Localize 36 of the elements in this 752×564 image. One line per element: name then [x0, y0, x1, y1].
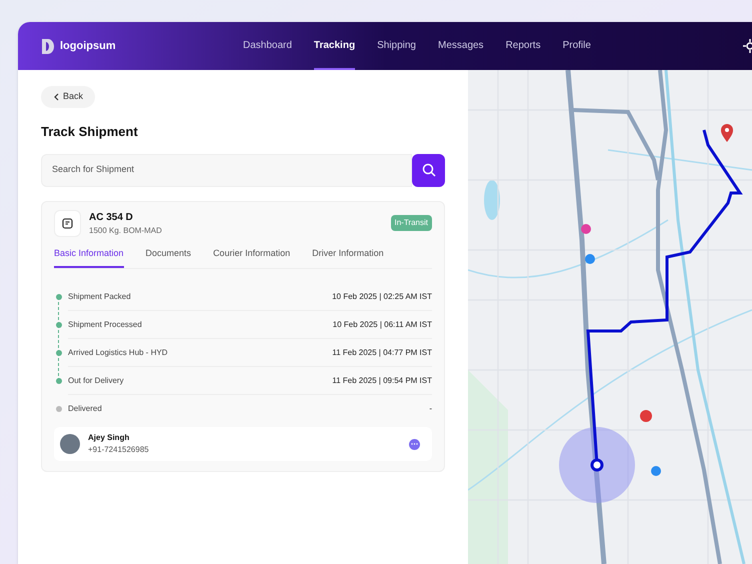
search-icon — [422, 163, 436, 177]
back-button[interactable]: Back — [41, 86, 96, 108]
timeline-time: 11 Feb 2025 | 04:77 PM IST — [332, 346, 432, 358]
chevron-left-icon — [53, 93, 59, 101]
driver-name: Ajey Singh — [88, 432, 130, 444]
timeline-label: Out for Delivery — [68, 374, 124, 386]
timeline-time: 10 Feb 2025 | 06:11 AM IST — [332, 318, 432, 330]
search-button[interactable] — [412, 154, 445, 186]
timeline-label: Shipment Packed — [68, 290, 131, 302]
nav-link[interactable]: Tracking — [314, 22, 356, 70]
timeline-time: - — [429, 403, 432, 415]
brand-logo-text: logoipsum — [60, 38, 116, 54]
page-title: Track Shipment — [41, 123, 139, 141]
shipment-id: AC 354 D — [89, 210, 134, 224]
nav-link[interactable]: Dashboard — [243, 22, 292, 70]
info-tab[interactable]: Documents — [146, 246, 192, 268]
document-icon — [54, 210, 81, 236]
info-tab[interactable]: Driver Information — [312, 246, 384, 268]
timeline-time: 11 Feb 2025 | 09:54 PM IST — [332, 374, 432, 386]
nav-link[interactable]: Messages — [438, 22, 484, 70]
info-tab[interactable]: Courier Information — [213, 246, 290, 268]
nav-link[interactable]: Profile — [562, 22, 591, 70]
logo-icon — [42, 38, 54, 54]
driver-phone: +91-7241526985 — [88, 444, 150, 456]
timeline-label: Delivered — [68, 403, 102, 415]
info-tab[interactable]: Basic Information — [54, 246, 124, 268]
search-field[interactable]: Search for Shipment — [41, 154, 412, 186]
avatar — [60, 434, 80, 454]
timeline-time: 10 Feb 2025 | 02:25 AM IST — [332, 290, 432, 302]
nav-link[interactable]: Shipping — [377, 22, 416, 70]
timeline-label: Shipment Processed — [68, 318, 142, 330]
shipment-details: 1500 Kg. BOM-MAD — [89, 224, 163, 236]
nav-link[interactable]: Reports — [506, 22, 541, 70]
chat-button[interactable] — [409, 438, 420, 450]
timeline-label: Arrived Logistics Hub - HYD — [68, 346, 168, 358]
status-badge: In-Transit — [390, 214, 432, 230]
